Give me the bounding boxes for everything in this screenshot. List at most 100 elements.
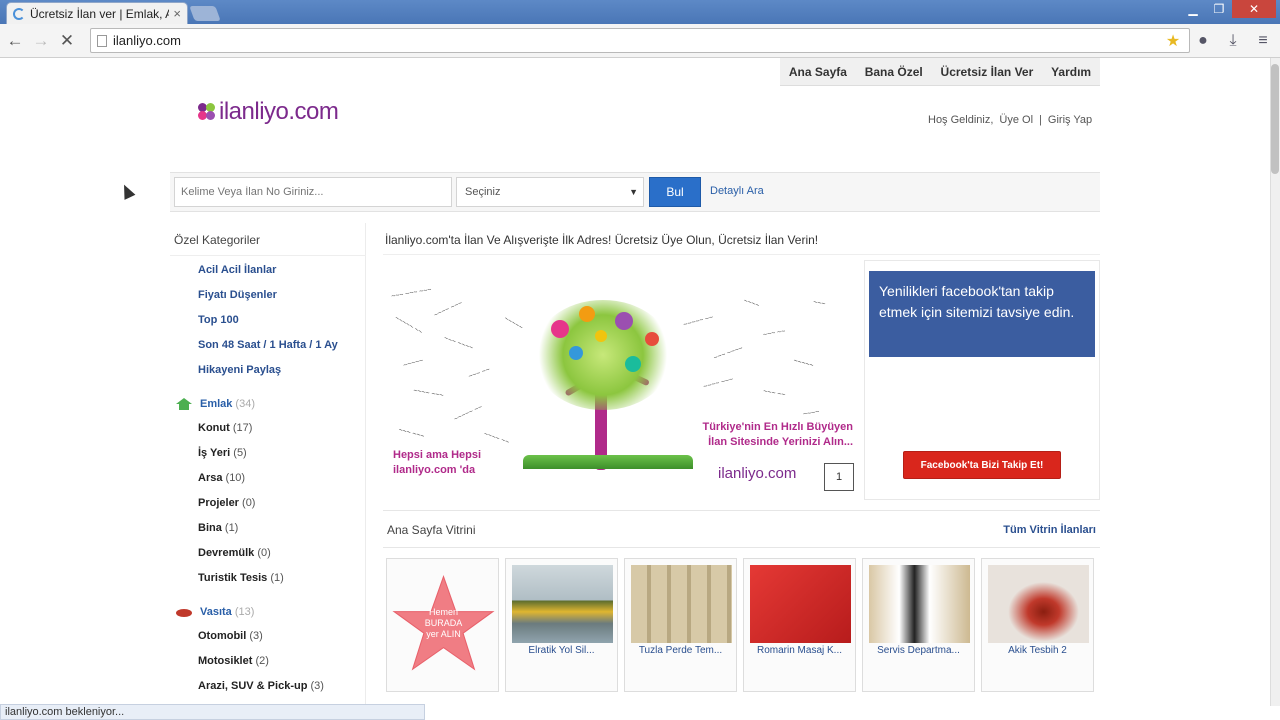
- sidebar: Özel Kategoriler Acil Acil İlanlar Fiyat…: [170, 223, 366, 720]
- decorative-word: ~~~ ~~~~: [442, 334, 474, 353]
- dropdown-arrow-icon: ▼: [629, 187, 638, 197]
- listing-caption[interactable]: Elratik Yol Sil...: [506, 645, 617, 656]
- list-item[interactable]: Hemen BURADA yer ALIN: [386, 558, 499, 692]
- login-link[interactable]: Giriş Yap: [1048, 114, 1092, 126]
- tree-canopy: [533, 300, 673, 410]
- window-close-icon[interactable]: ✕: [1232, 0, 1276, 18]
- nav-post-ad[interactable]: Ücretsiz İlan Ver: [941, 65, 1034, 79]
- listing-image: [750, 565, 851, 643]
- all-showcase-link[interactable]: Tüm Vitrin İlanları: [1003, 511, 1096, 549]
- listing-image: [869, 565, 970, 643]
- house-icon: [176, 397, 192, 410]
- status-bar: ilanliyo.com bekleniyor...: [0, 704, 425, 720]
- listing-caption[interactable]: Servis Departma...: [863, 645, 974, 656]
- decorative-word: ~~~~ ~~: [482, 430, 510, 447]
- decorative-word: ~~~~: [802, 408, 820, 419]
- decorative-word: ~~~~~: [792, 357, 815, 370]
- subcategory-item[interactable]: Bina (1): [170, 516, 365, 541]
- facebook-follow-button[interactable]: Facebook'ta Bizi Takip Et!: [903, 451, 1061, 479]
- back-arrow-icon[interactable]: ←: [4, 30, 26, 52]
- decorative-word: ~~~ ~~~: [397, 426, 425, 441]
- stop-loading-icon[interactable]: ✕: [56, 30, 78, 52]
- listing-image: [988, 565, 1089, 643]
- logo-text: ilanliyo.com: [219, 98, 339, 125]
- minimize-icon[interactable]: ▁: [1180, 0, 1206, 18]
- banner-pager[interactable]: 1: [824, 463, 854, 491]
- promo-banner[interactable]: ~~~ ~~~ ~~~ ~~~~ ~~~ ~~~~~ ~~ ~~~ ~~~~ ~…: [383, 260, 856, 500]
- list-item[interactable]: Servis Departma...: [862, 558, 975, 692]
- tree-leaf: [551, 320, 569, 338]
- title-bar: Ücretsiz İlan ver | Emlak, A × ▁ ❐ ✕: [0, 0, 1280, 24]
- select-value: Seçiniz: [465, 186, 501, 198]
- decorative-word: ~~~ ~~: [762, 328, 786, 339]
- address-bar[interactable]: ilanliyo.com: [90, 28, 1190, 53]
- decorative-word: ~~~: [812, 298, 826, 309]
- tree-leaf: [595, 330, 607, 342]
- car-icon: [176, 608, 192, 617]
- welcome-text: Hoş Geldiniz,: [928, 114, 994, 126]
- sidebar-link-recent[interactable]: Son 48 Saat / 1 Hafta / 1 Ay: [198, 333, 365, 358]
- list-item[interactable]: Romarin Masaj K...: [743, 558, 856, 692]
- list-item[interactable]: Tuzla Perde Tem...: [624, 558, 737, 692]
- category-name: Vasıta: [200, 605, 232, 618]
- category-realestate[interactable]: Emlak (34): [170, 391, 365, 416]
- subcategory-item[interactable]: İş Yeri (5): [170, 441, 365, 466]
- category-vehicles[interactable]: Vasıta (13): [170, 599, 365, 624]
- forward-arrow-icon[interactable]: →: [30, 30, 52, 52]
- user-profile-icon[interactable]: ●: [1192, 30, 1214, 52]
- grass: [523, 455, 693, 469]
- sidebar-link-price-drop[interactable]: Fiyatı Düşenler: [198, 283, 365, 308]
- register-link[interactable]: Üye Ol: [999, 114, 1033, 126]
- showcase-cards: Hemen BURADA yer ALIN Elratik Yol Sil...…: [386, 558, 1094, 692]
- nav-help[interactable]: Yardım: [1051, 65, 1091, 79]
- list-item[interactable]: Akik Tesbih 2: [981, 558, 1094, 692]
- sidebar-heading: Özel Kategoriler: [170, 223, 366, 256]
- nav-for-me[interactable]: Bana Özel: [865, 65, 923, 79]
- web-page: Ana Sayfa Bana Özel Ücretsiz İlan Ver Ya…: [0, 58, 1280, 720]
- decorative-word: ~~~~~: [502, 315, 524, 332]
- decorative-word: ~~~ ~~: [762, 388, 786, 399]
- maximize-icon[interactable]: ❐: [1206, 0, 1232, 18]
- list-item[interactable]: Elratik Yol Sil...: [505, 558, 618, 692]
- listing-caption[interactable]: Akik Tesbih 2: [982, 645, 1093, 656]
- separator: |: [1039, 114, 1042, 126]
- headline: İlanliyo.com'ta İlan Ve Alışverişte İlk …: [383, 225, 1100, 255]
- sidebar-link-top100[interactable]: Top 100: [198, 308, 365, 333]
- sidebar-link-urgent[interactable]: Acil Acil İlanlar: [198, 258, 365, 283]
- subcategory-item[interactable]: Arazi, SUV & Pick-up (3): [170, 674, 365, 699]
- download-icon[interactable]: ⤓: [1222, 30, 1244, 52]
- listing-image: [512, 565, 613, 643]
- new-tab-button[interactable]: [189, 6, 221, 21]
- tab-close-icon[interactable]: ×: [173, 6, 181, 21]
- facebook-box: Yenilikleri facebook'tan takip etmek içi…: [864, 260, 1100, 500]
- decorative-word: ~~~~~ ~~: [452, 403, 484, 424]
- tree-leaf: [645, 332, 659, 346]
- banner-logo: ilanliyo.com: [718, 465, 797, 482]
- advanced-search-link[interactable]: Detaylı Ara: [710, 185, 764, 197]
- subcategory-item[interactable]: Konut (17): [170, 416, 365, 441]
- search-button[interactable]: Bul: [649, 177, 701, 207]
- category-count: (13): [234, 605, 255, 618]
- nav-home[interactable]: Ana Sayfa: [789, 65, 847, 79]
- scrollbar-thumb[interactable]: [1271, 64, 1279, 174]
- url-text: ilanliyo.com: [113, 33, 181, 48]
- site-logo[interactable]: ilanliyo.com: [198, 98, 339, 126]
- browser-tab[interactable]: Ücretsiz İlan ver | Emlak, A ×: [6, 2, 188, 24]
- subcategory-item[interactable]: Motosiklet (2): [170, 649, 365, 674]
- subcategory-item[interactable]: Devremülk (0): [170, 541, 365, 566]
- tree-leaf: [615, 312, 633, 330]
- search-input[interactable]: [174, 177, 452, 207]
- sidebar-link-share-story[interactable]: Hikayeni Paylaş: [198, 358, 365, 383]
- listing-caption[interactable]: Romarin Masaj K...: [744, 645, 855, 656]
- decorative-word: ~~~~ ~~~: [412, 387, 444, 400]
- subcategory-item[interactable]: Arsa (10): [170, 466, 365, 491]
- bookmark-star-icon[interactable]: ★: [1162, 30, 1184, 52]
- listing-caption[interactable]: Tuzla Perde Tem...: [625, 645, 736, 656]
- category-select[interactable]: Seçiniz ▼: [456, 177, 644, 207]
- decorative-word: ~~~~: [742, 297, 761, 310]
- subcategory-item[interactable]: Projeler (0): [170, 491, 365, 516]
- page-icon: [97, 34, 107, 47]
- menu-icon[interactable]: ≡: [1252, 30, 1274, 52]
- subcategory-item[interactable]: Turistik Tesis (1): [170, 566, 365, 591]
- subcategory-item[interactable]: Otomobil (3): [170, 624, 365, 649]
